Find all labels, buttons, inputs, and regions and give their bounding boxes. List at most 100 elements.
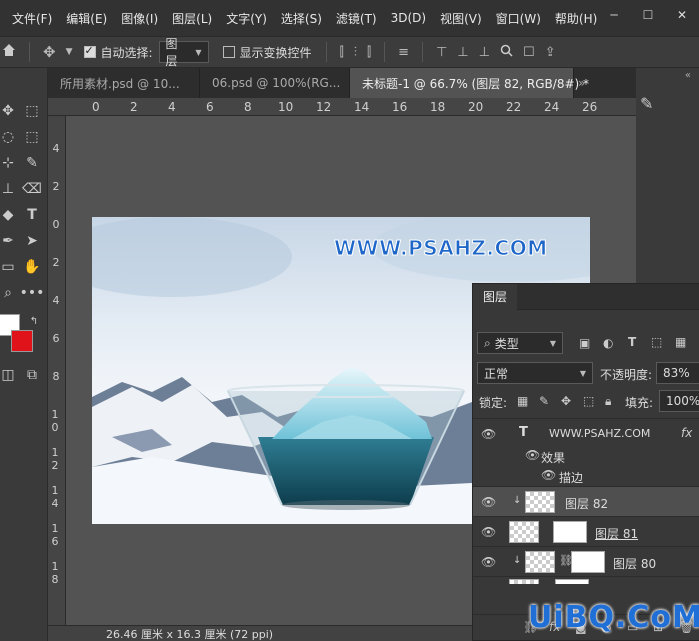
tab-document-3[interactable]: 未标题-1 @ 66.7% (图层 82, RGB/8#) * xyxy=(350,68,589,98)
visibility-eye-icon[interactable]: 👁︎ xyxy=(481,525,497,539)
align-bottom-icon[interactable]: ⊥ xyxy=(479,45,490,60)
menu-file[interactable]: 文件(F) xyxy=(0,10,59,27)
marquee-tool-icon[interactable]: ⬚ xyxy=(20,100,44,122)
brush-tool-icon[interactable]: ✎ xyxy=(20,152,44,174)
auto-select-dropdown[interactable]: 图层 ▼ xyxy=(158,37,209,68)
chevron-down-icon: ▼ xyxy=(579,368,586,378)
menu-help[interactable]: 帮助(H) xyxy=(548,10,604,27)
align-center-icon[interactable]: ⫶ xyxy=(354,45,357,60)
menu-image[interactable]: 图像(I) xyxy=(114,10,165,27)
layer-thumbnail xyxy=(525,491,555,513)
separator xyxy=(384,42,386,62)
layer-row-text[interactable]: 👁︎ T WWW.PSAHZ.COM fx xyxy=(473,418,699,446)
lock-position-icon[interactable]: ✥ xyxy=(561,394,571,408)
fill-input[interactable]: 100% xyxy=(659,390,699,412)
lock-pixels-icon[interactable]: ✎ xyxy=(539,394,549,408)
home-icon[interactable] xyxy=(2,43,16,61)
crop-tool-icon[interactable]: ⊹ xyxy=(0,152,20,174)
move-tool-icon[interactable]: ✥ xyxy=(43,43,56,61)
visibility-eye-icon[interactable]: 👁︎ xyxy=(481,427,497,441)
menu-layer[interactable]: 图层(L) xyxy=(165,10,219,27)
eraser-tool-icon[interactable]: ⌫ xyxy=(20,178,44,200)
background-color-swatch[interactable] xyxy=(11,330,33,352)
opacity-label: 不透明度: xyxy=(600,368,653,382)
search-icon[interactable] xyxy=(500,44,513,61)
align-top-icon[interactable]: ⊤ xyxy=(436,45,447,60)
quick-mask-icon[interactable]: ◫ xyxy=(0,364,20,386)
tab-label: 所用素材.psd @ 10... xyxy=(60,76,180,91)
effects-row[interactable]: 👁︎ 效果 xyxy=(473,446,699,466)
object-select-icon[interactable]: ⬚ xyxy=(20,126,44,148)
stroke-effect-row[interactable]: 👁︎ 描边 xyxy=(473,466,699,486)
layer-thumbnail xyxy=(525,551,555,573)
lock-all-icon[interactable]: 🔒︎ xyxy=(605,394,611,409)
maximize-button[interactable]: ☐ xyxy=(631,0,665,30)
opacity-input[interactable]: 83% xyxy=(656,362,699,384)
align-right-icon[interactable]: ⫿ xyxy=(367,45,371,60)
move-tool-icon[interactable]: ✥ xyxy=(0,100,20,122)
menu-window[interactable]: 窗口(W) xyxy=(489,10,548,27)
menu-3d[interactable]: 3D(D) xyxy=(384,11,433,25)
tab-document-1[interactable]: 所用素材.psd @ 10... xyxy=(48,68,200,98)
ruler-tick: 0 xyxy=(52,218,60,231)
hand-tool-icon[interactable]: ✋ xyxy=(20,256,44,278)
more-tools-icon[interactable]: ••• xyxy=(20,282,45,304)
layer-row-80[interactable]: 👁︎ ↓ ⛓ 图层 80 xyxy=(473,546,699,576)
menu-select[interactable]: 选择(S) xyxy=(274,10,329,27)
left-toolbar: ✥ ⬚ ◌ ⬚ ⊹ ✎ ⊥ ⌫ ◆ T ✒ ➤ ▭ ✋ ⌕ ••• ↰ ◫ ⧉ xyxy=(0,68,48,641)
tab-label: 06.psd @ 100%(RG... xyxy=(212,76,341,90)
tab-layers[interactable]: 图层 xyxy=(473,283,518,310)
share-icon[interactable]: ⇪ xyxy=(545,45,556,60)
layers-panel: 图层 ⌕ 类型 ▼ ▣ ◐ T ⬚ ▦ 正常 ▼ 不透明度: 83% 锁定: ▦… xyxy=(472,283,699,641)
image-filter-icon[interactable]: ▣ xyxy=(579,336,590,350)
tab-document-2[interactable]: 06.psd @ 100%(RG... xyxy=(200,68,350,98)
layer-row-partial[interactable] xyxy=(473,576,699,584)
shape-filter-icon[interactable]: ⬚ xyxy=(651,335,662,349)
visibility-eye-icon[interactable]: 👁︎ xyxy=(481,555,497,569)
blend-mode-dropdown[interactable]: 正常 ▼ xyxy=(477,362,593,384)
align-middle-icon[interactable]: ⊥ xyxy=(457,45,468,60)
path-select-icon[interactable]: ➤ xyxy=(20,230,44,252)
shape-tool-icon[interactable]: ▭ xyxy=(0,256,20,278)
bucket-tool-icon[interactable]: ◆ xyxy=(0,204,20,226)
menu-type[interactable]: 文字(Y) xyxy=(219,10,274,27)
lasso-tool-icon[interactable]: ◌ xyxy=(0,126,20,148)
type-filter-icon[interactable]: T xyxy=(628,335,636,349)
align-left-icon[interactable]: ⫿ xyxy=(340,45,344,60)
layer-row-81[interactable]: 👁︎ 图层 81 xyxy=(473,516,699,546)
pen-tool-icon[interactable]: ✒ xyxy=(0,230,20,252)
distribute-icon[interactable]: ≡ xyxy=(398,45,409,60)
close-button[interactable]: ✕ xyxy=(665,0,699,30)
screen-mode-icon[interactable]: ⧉ xyxy=(20,364,44,386)
adjust-filter-icon[interactable]: ◐ xyxy=(603,336,613,350)
layer-row-82[interactable]: 👁︎ ↓ 图层 82 xyxy=(473,486,699,516)
effects-eye-icon[interactable]: 👁︎ xyxy=(525,448,540,462)
fx-icon[interactable]: fx xyxy=(681,426,692,440)
swap-colors-icon[interactable]: ↰ xyxy=(22,310,46,332)
lock-artboard-icon[interactable]: ⬚ xyxy=(583,394,594,408)
menu-filter[interactable]: 滤镜(T) xyxy=(329,10,384,27)
menu-view[interactable]: 视图(V) xyxy=(433,10,489,27)
type-tool-icon[interactable]: T xyxy=(20,204,44,226)
zoom-tool-icon[interactable]: ⌕ xyxy=(0,282,20,304)
menu-edit[interactable]: 编辑(E) xyxy=(59,10,114,27)
text-layer-icon: T xyxy=(519,425,528,440)
tab-overflow[interactable]: » xyxy=(574,68,589,98)
properties-icon[interactable]: ✎ xyxy=(640,94,653,113)
layer-filter-dropdown[interactable]: ⌕ 类型 ▼ xyxy=(477,332,563,354)
lock-transparency-icon[interactable]: ▦ xyxy=(517,394,528,408)
collapse-icon[interactable]: « xyxy=(685,70,691,81)
visibility-eye-icon[interactable]: 👁︎ xyxy=(481,495,497,509)
document-tabs: 所用素材.psd @ 10... 06.psd @ 100%(RG... 未标题… xyxy=(48,68,636,98)
stroke-eye-icon[interactable]: 👁︎ xyxy=(541,468,556,482)
show-transform-checkbox[interactable] xyxy=(222,46,235,58)
ruler-tick: 2 xyxy=(130,100,138,114)
smart-filter-icon[interactable]: ▦ xyxy=(675,335,686,349)
workspace-icon[interactable]: ☐ xyxy=(523,45,535,60)
blend-mode-value: 正常 xyxy=(484,366,509,381)
chevron-down-icon[interactable]: ▼ xyxy=(66,47,73,57)
auto-select-checkbox[interactable] xyxy=(83,44,96,58)
minimize-button[interactable]: ─ xyxy=(597,0,631,30)
options-bar: ✥ ▼ 自动选择: 图层 ▼ 显示变换控件 ⫿ ⫶ ⫿ ≡ ⊤ ⊥ ⊥ ☐ ⇪ xyxy=(0,36,699,68)
stamp-tool-icon[interactable]: ⊥ xyxy=(0,178,20,200)
